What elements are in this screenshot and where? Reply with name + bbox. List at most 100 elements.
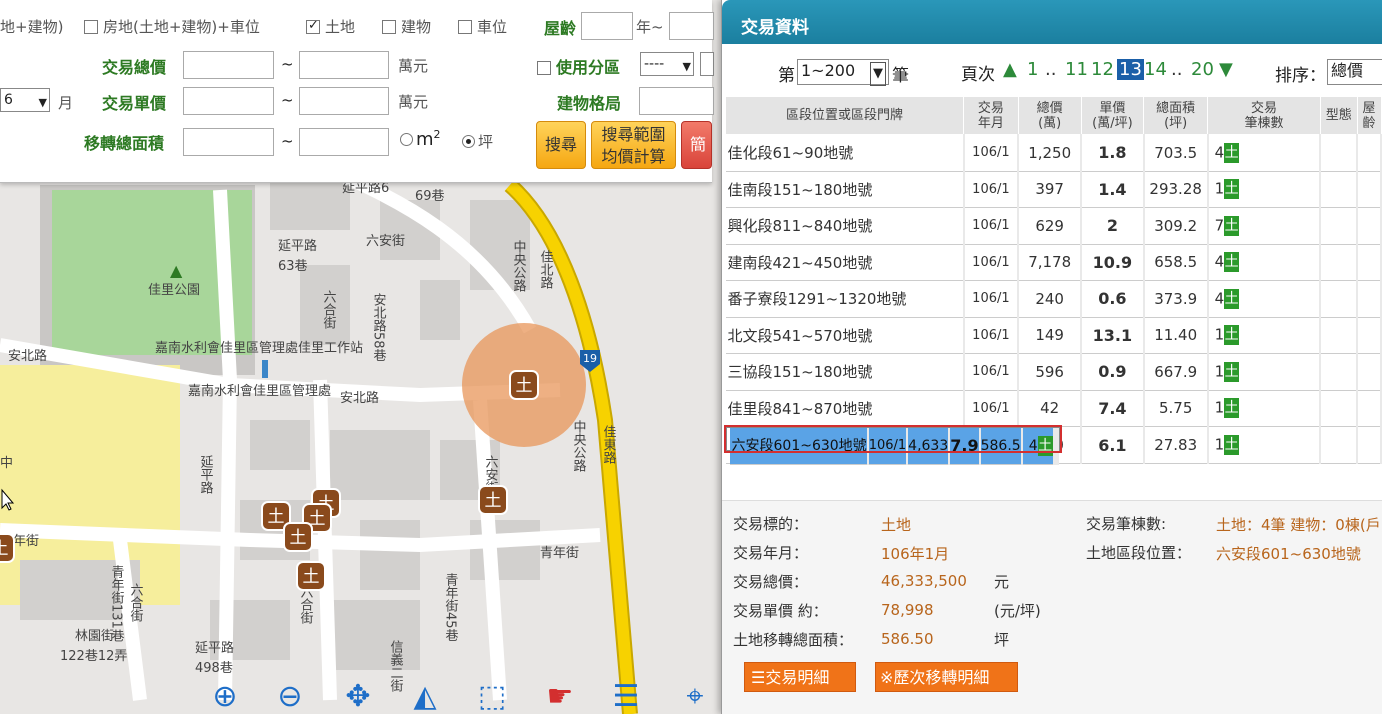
land-tag-icon[interactable]: 土: [1224, 435, 1240, 455]
land-marker-icon[interactable]: 土: [509, 370, 539, 400]
col-header[interactable]: 交易 筆棟數: [1207, 96, 1321, 135]
land-tag-icon[interactable]: 土: [1224, 142, 1240, 163]
unit-price-max-input[interactable]: [299, 87, 389, 115]
land-tag-icon[interactable]: 土: [1224, 179, 1240, 200]
zoom-out-icon[interactable]: ⊖: [270, 680, 310, 714]
simple-button[interactable]: 簡: [681, 121, 712, 169]
page-link[interactable]: 20: [1191, 59, 1214, 80]
layers-icon[interactable]: ☰: [606, 680, 646, 714]
table-row[interactable]: 佳里段841~870地號 106/1 42 7.4 5.75 1土: [725, 390, 1382, 427]
radio-button-selected[interactable]: [462, 135, 475, 148]
land-tag-icon[interactable]: 土: [1224, 398, 1240, 419]
land-tag-icon[interactable]: 土: [1224, 252, 1240, 273]
total-price-min-input[interactable]: [183, 51, 274, 79]
zoning-checkbox[interactable]: 使用分區: [537, 54, 620, 78]
cell-type: [1320, 317, 1359, 354]
land-marker-icon[interactable]: 土: [296, 561, 326, 591]
table-row[interactable]: 興化段811~840地號 106/1 629 2 309.2 7土: [725, 207, 1382, 245]
age-min-input[interactable]: [581, 12, 633, 40]
marker-glyph: 土: [290, 528, 307, 548]
detail-location-label: 土地區段位置：: [1086, 544, 1192, 562]
col-header[interactable]: 區段位置或區段門牌: [724, 96, 965, 135]
col-header[interactable]: 總面積 (坪): [1143, 96, 1209, 135]
checkbox-box-checked[interactable]: [306, 18, 320, 34]
transfer-history-button[interactable]: ※歷次移轉明細: [875, 662, 1018, 692]
map-street-label: 安北路: [340, 390, 379, 406]
area-max-input[interactable]: [299, 128, 389, 156]
page-prev-icon[interactable]: ▲: [1003, 59, 1017, 80]
land-marker-icon[interactable]: 土: [0, 533, 15, 563]
count-value: 1: [1214, 179, 1225, 198]
land-tag-icon[interactable]: 土: [1224, 288, 1240, 309]
checkbox-building[interactable]: 建物: [382, 16, 431, 37]
checkbox-land-building-parking[interactable]: 房地(土地+建物)+車位: [84, 16, 260, 37]
land-marker-icon[interactable]: 土: [478, 485, 508, 515]
layout-input[interactable]: [639, 87, 714, 115]
sort-select[interactable]: 總價: [1327, 59, 1382, 85]
checkbox-box[interactable]: [458, 20, 472, 34]
search-form: 地+建物) 房地(土地+建物)+車位 土地 建物 車位 屋齡 年~ 交易總價 ~…: [0, 0, 714, 183]
unit-wan-yuan: 萬元: [398, 93, 429, 111]
land-tag-icon[interactable]: 土: [1037, 436, 1053, 456]
table-row[interactable]: 北文段541~570地號 106/1 149 13.1 11.40 1土: [725, 317, 1382, 354]
checkbox-parking[interactable]: 車位: [458, 16, 507, 37]
transaction-detail-button[interactable]: ☰交易明細: [744, 662, 856, 692]
zoom-in-icon[interactable]: ⊕: [205, 680, 245, 714]
cell-age: [1357, 134, 1382, 172]
page-link[interactable]: 14: [1144, 59, 1167, 80]
page-link[interactable]: 12: [1091, 59, 1114, 80]
col-header[interactable]: 單價 (萬/坪): [1080, 96, 1145, 135]
count-value: 4: [1028, 438, 1038, 454]
total-price-max-input[interactable]: [299, 51, 389, 79]
checkbox-box[interactable]: [84, 20, 98, 34]
table-row-selected[interactable]: 六安段601~630地號 106/1 4,633 7.9 586.5 4土: [723, 425, 1062, 465]
page-link[interactable]: 1: [1027, 59, 1038, 80]
age-max-input[interactable]: [669, 12, 714, 40]
range-btn-line1: 搜尋範圍: [601, 125, 666, 144]
zoning-select[interactable]: ---- ▼: [640, 52, 694, 76]
range-average-button[interactable]: 搜尋範圍 均價計算: [591, 121, 676, 169]
sort-value: 總價: [1331, 61, 1364, 80]
unit-price-min-input[interactable]: [183, 87, 274, 115]
radio-button[interactable]: [400, 133, 413, 146]
search-button[interactable]: 搜尋: [536, 121, 586, 169]
page-next-icon[interactable]: ▼: [1219, 59, 1233, 80]
detail-area-value: 586.50: [881, 630, 934, 648]
table-row[interactable]: 三協段151~180地號 106/1 596 0.9 667.9 1土: [725, 353, 1382, 391]
cell-total-price: 1,250: [1018, 134, 1083, 172]
land-marker-icon[interactable]: 土: [283, 522, 313, 552]
land-tag-icon[interactable]: 土: [1224, 215, 1240, 236]
unit-ping-radio[interactable]: 坪: [462, 131, 493, 152]
table-row[interactable]: 番子寮段1291~1320地號 106/1 240 0.6 373.9 4土: [725, 280, 1382, 318]
measure-icon[interactable]: ◭: [405, 680, 445, 714]
page-label: 頁次: [961, 65, 995, 85]
pointer-icon[interactable]: ☛: [540, 680, 580, 714]
checkbox-box[interactable]: [537, 61, 551, 75]
cell-total-price: 240: [1018, 280, 1083, 318]
col-header[interactable]: 交易 年月: [963, 96, 1019, 135]
unit-m2-radio[interactable]: m2: [400, 128, 441, 150]
location-icon[interactable]: ⌖: [675, 680, 715, 714]
col-header[interactable]: 屋齡: [1356, 96, 1382, 135]
page-link-current[interactable]: 13: [1117, 59, 1144, 80]
col-header[interactable]: 型態: [1319, 96, 1358, 135]
zoning-select-2[interactable]: [700, 52, 714, 76]
map-street-label: 六安街: [366, 234, 405, 249]
table-row[interactable]: 佳化段61~90地號 106/1 1,250 1.8 703.5 4土: [725, 134, 1382, 172]
table-row[interactable]: 建南段421~450地號 106/1 7,178 10.9 658.5 4土: [725, 244, 1382, 281]
checkbox-box[interactable]: [382, 20, 396, 34]
checkbox-land[interactable]: 土地: [306, 16, 355, 37]
land-tag-icon[interactable]: 土: [1224, 361, 1240, 382]
month-select[interactable]: 6 ▼: [0, 88, 50, 112]
col-header[interactable]: 總價 (萬): [1017, 96, 1082, 135]
page-link[interactable]: 11: [1065, 59, 1088, 80]
cell-age: [1055, 428, 1059, 465]
land-tag-icon[interactable]: 土: [1224, 325, 1240, 346]
area-min-input[interactable]: [183, 128, 274, 156]
table-row[interactable]: 佳南段151~180地號 106/1 397 1.4 293.28 1土: [725, 171, 1382, 208]
cell-date: 106/1: [963, 207, 1020, 245]
select-icon[interactable]: ⬚: [472, 680, 512, 714]
detail-count-label: 交易筆棟數:: [1086, 515, 1167, 533]
page-range-select[interactable]: 1~200 ▼: [797, 59, 889, 86]
pan-icon[interactable]: ✥: [338, 680, 378, 714]
